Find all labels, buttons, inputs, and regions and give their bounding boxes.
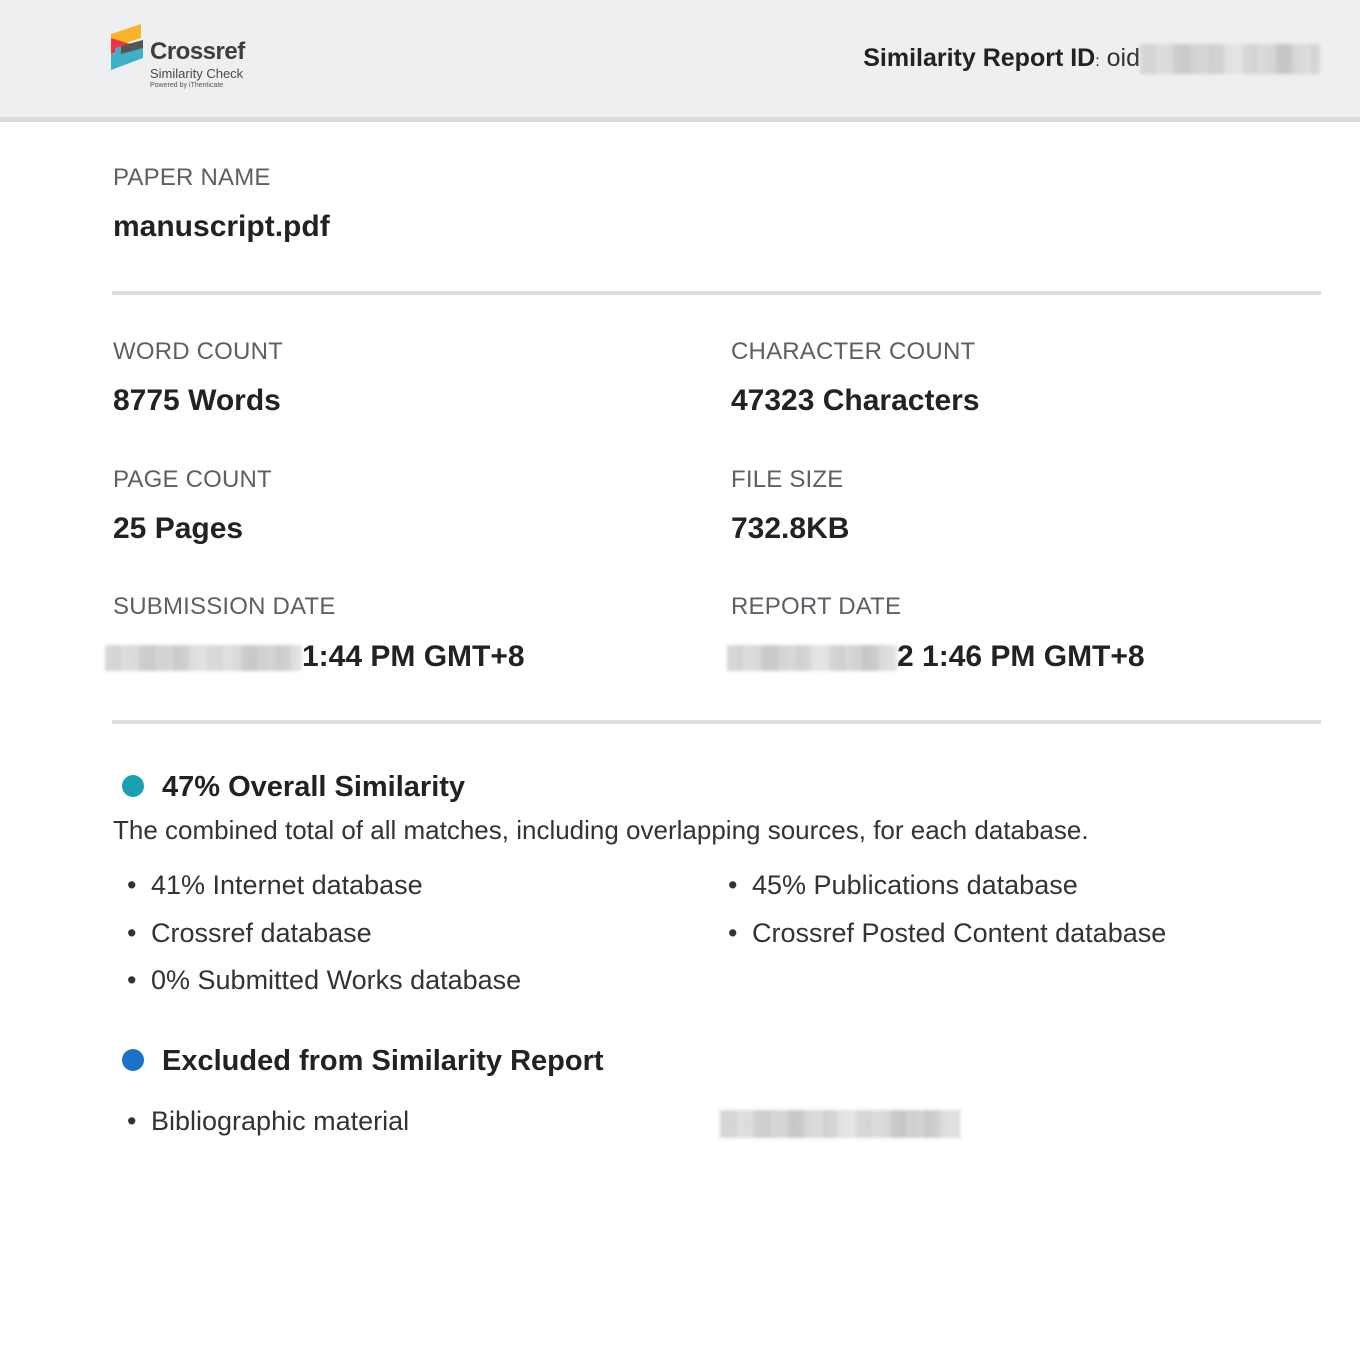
overall-similarity-title: 47% Overall Similarity	[162, 771, 466, 803]
redacted-submission-date	[105, 645, 302, 672]
file-size-label: FILE SIZE	[731, 466, 844, 493]
report-date-value: 2 1:46 PM GMT+8	[897, 640, 1145, 673]
crossref-wordmark: Crossref	[150, 38, 245, 65]
submission-date-row: 1:44 PM GMT+8	[105, 640, 525, 674]
character-count-value: 47323 Characters	[731, 384, 980, 417]
page-count-value: 25 Pages	[113, 512, 244, 545]
page-count-label: PAGE COUNT	[113, 466, 272, 493]
paper-name-label: PAPER NAME	[113, 164, 271, 191]
crossref-logo-icon	[111, 24, 143, 70]
list-item: Bibliographic material	[127, 1106, 409, 1137]
list-item: Crossref Posted Content database	[728, 918, 1166, 949]
powered-by-text: Powered by iThenticate	[150, 82, 224, 89]
submission-date-label: SUBMISSION DATE	[113, 593, 336, 620]
divider-top	[112, 291, 1321, 295]
report-header: Crossref Similarity Check Powered by iTh…	[0, 0, 1360, 122]
excluded-dot-icon	[122, 1049, 144, 1072]
similarity-dot-icon	[122, 775, 144, 798]
paper-name-value: manuscript.pdf	[113, 210, 330, 243]
list-item: 0% Submitted Works database	[127, 965, 521, 996]
list-item: 41% Internet database	[127, 870, 423, 901]
report-id-value: oid	[1106, 44, 1140, 72]
list-item: Crossref database	[127, 918, 372, 949]
excluded-heading: Excluded from Similarity Report	[122, 1045, 604, 1078]
similarity-report-id: Similarity Report ID: oid	[863, 44, 1320, 75]
word-count-label: WORD COUNT	[113, 338, 283, 365]
redacted-report-date	[727, 645, 897, 672]
divider-bottom	[112, 720, 1321, 724]
overall-similarity-heading: 47% Overall Similarity	[122, 771, 465, 804]
report-date-row: 2 1:46 PM GMT+8	[727, 640, 1145, 674]
report-date-label: REPORT DATE	[731, 593, 902, 620]
submission-date-value: 1:44 PM GMT+8	[302, 640, 525, 673]
report-id-colon: :	[1095, 53, 1100, 70]
report-id-label: Similarity Report ID	[863, 44, 1096, 72]
character-count-label: CHARACTER COUNT	[731, 338, 976, 365]
similarity-check-text: Similarity Check	[150, 66, 244, 81]
excluded-title: Excluded from Similarity Report	[162, 1045, 604, 1077]
word-count-value: 8775 Words	[113, 384, 281, 417]
redacted-report-id	[1140, 44, 1320, 75]
redacted-excluded-item	[720, 1110, 960, 1138]
crossref-logo: Crossref Similarity Check Powered by iTh…	[111, 24, 261, 94]
similarity-description: The combined total of all matches, inclu…	[113, 815, 1089, 845]
file-size-value: 732.8KB	[731, 512, 850, 545]
list-item: 45% Publications database	[728, 870, 1078, 901]
